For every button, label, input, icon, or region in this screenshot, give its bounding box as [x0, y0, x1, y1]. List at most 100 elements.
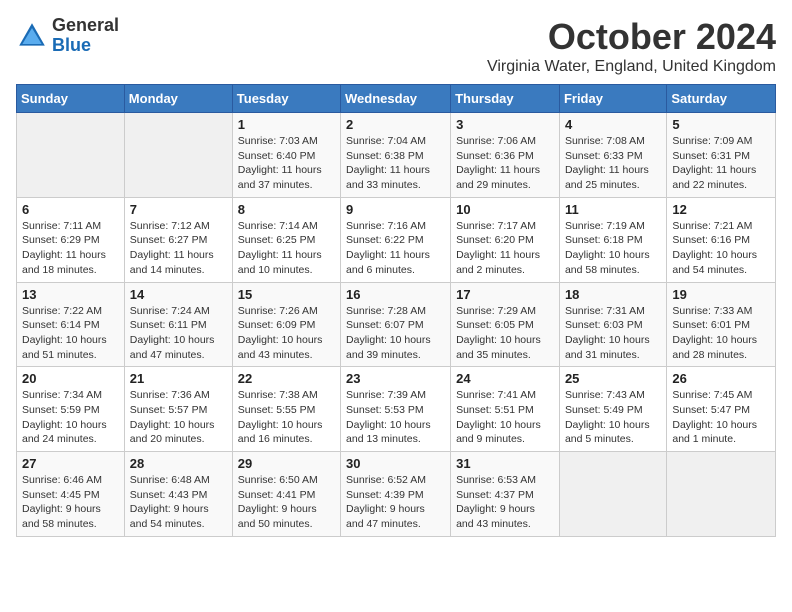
day-number: 8 [238, 202, 335, 217]
day-info: Sunrise: 7:34 AMSunset: 5:59 PMDaylight:… [22, 388, 119, 447]
day-number: 9 [346, 202, 445, 217]
day-number: 20 [22, 371, 119, 386]
calendar-cell: 23Sunrise: 7:39 AMSunset: 5:53 PMDayligh… [341, 367, 451, 452]
day-info: Sunrise: 7:06 AMSunset: 6:36 PMDaylight:… [456, 134, 554, 193]
calendar-cell: 16 Sunrise: 7:28 AMSunset: 6:07 PMDayligh… [341, 282, 451, 367]
day-number: 11 [565, 202, 661, 217]
calendar-cell: 14 Sunrise: 7:24 AMSunset: 6:11 PMDayligh… [124, 282, 232, 367]
day-info: Sunrise: 7:36 AMSunset: 5:57 PMDaylight:… [130, 388, 227, 447]
weekday-header: Friday [559, 85, 666, 113]
day-number: 23 [346, 371, 445, 386]
day-info: Sunrise: 7:31 AMSunset: 6:03 PMDaylight:… [565, 304, 661, 363]
calendar-cell: 6Sunrise: 7:11 AMSunset: 6:29 PMDaylight… [17, 197, 125, 282]
day-info: Sunrise: 7:43 AMSunset: 5:49 PMDaylight:… [565, 388, 661, 447]
calendar-cell: 19 Sunrise: 7:33 AMSunset: 6:01 PMDayligh… [667, 282, 776, 367]
calendar-cell: 27Sunrise: 6:46 AMSunset: 4:45 PMDayligh… [17, 452, 125, 537]
day-info: Sunrise: 7:29 AMSunset: 6:05 PMDaylight:… [456, 304, 554, 363]
calendar-cell: 10Sunrise: 7:17 AMSunset: 6:20 PMDayligh… [451, 197, 560, 282]
day-info: Sunrise: 6:48 AMSunset: 4:43 PMDaylight:… [130, 473, 227, 532]
day-info: Sunrise: 7:21 AMSunset: 6:16 PMDaylight:… [672, 219, 770, 278]
calendar-cell: 12Sunrise: 7:21 AMSunset: 6:16 PMDayligh… [667, 197, 776, 282]
day-info: Sunrise: 7:26 AMSunset: 6:09 PMDaylight:… [238, 304, 335, 363]
day-number: 3 [456, 117, 554, 132]
calendar-cell: 5 Sunrise: 7:09 AMSunset: 6:31 PMDaylight… [667, 113, 776, 198]
day-info: Sunrise: 7:22 AMSunset: 6:14 PMDaylight:… [22, 304, 119, 363]
day-number: 21 [130, 371, 227, 386]
calendar-cell: 7 Sunrise: 7:12 AMSunset: 6:27 PMDaylight… [124, 197, 232, 282]
calendar-cell [667, 452, 776, 537]
calendar-week-row: 27Sunrise: 6:46 AMSunset: 4:45 PMDayligh… [17, 452, 776, 537]
page-header: General Blue October 2024 Virginia Water… [16, 16, 776, 76]
calendar-cell: 28Sunrise: 6:48 AMSunset: 4:43 PMDayligh… [124, 452, 232, 537]
day-info: Sunrise: 7:16 AMSunset: 6:22 PMDaylight:… [346, 219, 445, 278]
day-info: Sunrise: 7:24 AMSunset: 6:11 PMDaylight:… [130, 304, 227, 363]
weekday-header: Sunday [17, 85, 125, 113]
calendar-cell: 21 Sunrise: 7:36 AMSunset: 5:57 PMDayligh… [124, 367, 232, 452]
calendar-cell: 17 Sunrise: 7:29 AMSunset: 6:05 PMDayligh… [451, 282, 560, 367]
day-info: Sunrise: 6:52 AMSunset: 4:39 PMDaylight:… [346, 473, 445, 532]
title-area: October 2024 Virginia Water, England, Un… [487, 16, 776, 76]
calendar-cell: 2 Sunrise: 7:04 AMSunset: 6:38 PMDaylight… [341, 113, 451, 198]
day-number: 31 [456, 456, 554, 471]
day-info: Sunrise: 7:17 AMSunset: 6:20 PMDaylight:… [456, 219, 554, 278]
month-title: October 2024 [487, 16, 776, 58]
calendar-week-row: 1Sunrise: 7:03 AMSunset: 6:40 PMDaylight… [17, 113, 776, 198]
calendar-cell: 11 Sunrise: 7:19 AMSunset: 6:18 PMDayligh… [559, 197, 666, 282]
weekday-header-row: SundayMondayTuesdayWednesdayThursdayFrid… [17, 85, 776, 113]
day-number: 18 [565, 287, 661, 302]
calendar-cell: 3 Sunrise: 7:06 AMSunset: 6:36 PMDaylight… [451, 113, 560, 198]
calendar-cell: 13 Sunrise: 7:22 AMSunset: 6:14 PMDayligh… [17, 282, 125, 367]
day-number: 2 [346, 117, 445, 132]
calendar-body: 1Sunrise: 7:03 AMSunset: 6:40 PMDaylight… [17, 113, 776, 537]
logo-icon [16, 20, 48, 52]
day-info: Sunrise: 7:45 AMSunset: 5:47 PMDaylight:… [672, 388, 770, 447]
day-info: Sunrise: 7:28 AMSunset: 6:07 PMDaylight:… [346, 304, 445, 363]
day-number: 5 [672, 117, 770, 132]
day-info: Sunrise: 7:14 AMSunset: 6:25 PMDaylight:… [238, 219, 335, 278]
calendar-cell: 20 Sunrise: 7:34 AMSunset: 5:59 PMDayligh… [17, 367, 125, 452]
logo-blue-text: Blue [52, 36, 119, 56]
day-number: 26 [672, 371, 770, 386]
weekday-header: Tuesday [232, 85, 340, 113]
calendar-week-row: 13 Sunrise: 7:22 AMSunset: 6:14 PMDayligh… [17, 282, 776, 367]
day-number: 22 [238, 371, 335, 386]
calendar-cell: 1Sunrise: 7:03 AMSunset: 6:40 PMDaylight… [232, 113, 340, 198]
day-info: Sunrise: 6:53 AMSunset: 4:37 PMDaylight:… [456, 473, 554, 532]
calendar-table: SundayMondayTuesdayWednesdayThursdayFrid… [16, 84, 776, 537]
day-info: Sunrise: 7:19 AMSunset: 6:18 PMDaylight:… [565, 219, 661, 278]
weekday-header: Wednesday [341, 85, 451, 113]
calendar-week-row: 6Sunrise: 7:11 AMSunset: 6:29 PMDaylight… [17, 197, 776, 282]
day-number: 16 [346, 287, 445, 302]
day-number: 27 [22, 456, 119, 471]
day-info: Sunrise: 7:41 AMSunset: 5:51 PMDaylight:… [456, 388, 554, 447]
weekday-header: Saturday [667, 85, 776, 113]
calendar-cell: 4 Sunrise: 7:08 AMSunset: 6:33 PMDaylight… [559, 113, 666, 198]
logo-general-text: General [52, 16, 119, 36]
calendar-cell: 25 Sunrise: 7:43 AMSunset: 5:49 PMDayligh… [559, 367, 666, 452]
day-number: 7 [130, 202, 227, 217]
calendar-cell: 9 Sunrise: 7:16 AMSunset: 6:22 PMDaylight… [341, 197, 451, 282]
day-number: 17 [456, 287, 554, 302]
calendar-cell: 15 Sunrise: 7:26 AMSunset: 6:09 PMDayligh… [232, 282, 340, 367]
day-info: Sunrise: 7:03 AMSunset: 6:40 PMDaylight:… [238, 134, 335, 193]
calendar-cell: 31 Sunrise: 6:53 AMSunset: 4:37 PMDayligh… [451, 452, 560, 537]
day-info: Sunrise: 7:12 AMSunset: 6:27 PMDaylight:… [130, 219, 227, 278]
day-number: 4 [565, 117, 661, 132]
weekday-header: Monday [124, 85, 232, 113]
day-info: Sunrise: 7:09 AMSunset: 6:31 PMDaylight:… [672, 134, 770, 193]
calendar-cell [559, 452, 666, 537]
day-number: 19 [672, 287, 770, 302]
day-number: 29 [238, 456, 335, 471]
day-info: Sunrise: 7:08 AMSunset: 6:33 PMDaylight:… [565, 134, 661, 193]
weekday-header: Thursday [451, 85, 560, 113]
day-number: 14 [130, 287, 227, 302]
day-number: 25 [565, 371, 661, 386]
calendar-cell: 29 Sunrise: 6:50 AMSunset: 4:41 PMDayligh… [232, 452, 340, 537]
day-number: 13 [22, 287, 119, 302]
day-number: 6 [22, 202, 119, 217]
day-info: Sunrise: 7:04 AMSunset: 6:38 PMDaylight:… [346, 134, 445, 193]
day-number: 24 [456, 371, 554, 386]
day-number: 15 [238, 287, 335, 302]
day-info: Sunrise: 7:33 AMSunset: 6:01 PMDaylight:… [672, 304, 770, 363]
day-info: Sunrise: 6:50 AMSunset: 4:41 PMDaylight:… [238, 473, 335, 532]
